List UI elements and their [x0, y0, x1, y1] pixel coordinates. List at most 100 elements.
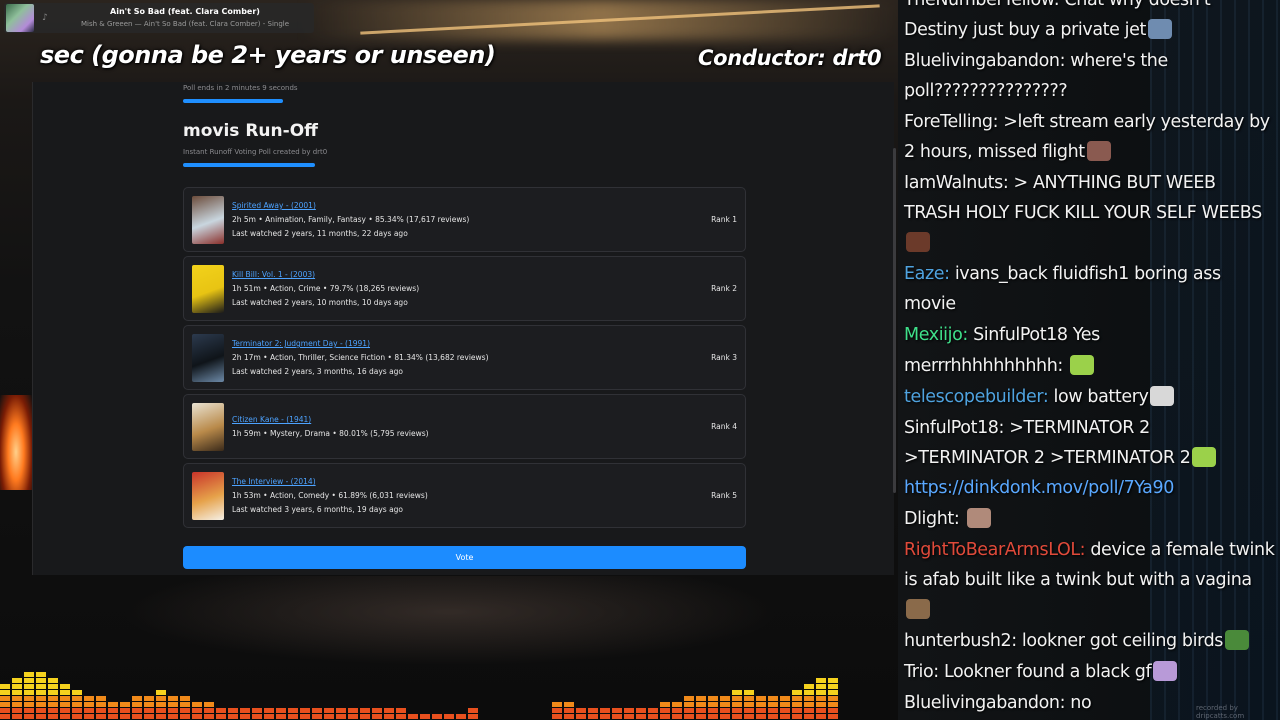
- chat-text: no: [1070, 693, 1092, 713]
- chat-username[interactable]: Trio:: [904, 662, 939, 682]
- equalizer-segment: [156, 714, 166, 719]
- equalizer-segment: [36, 702, 46, 707]
- equalizer-segment: [216, 708, 226, 713]
- movie-last-watched: Last watched 3 years, 6 months, 19 days …: [232, 505, 404, 514]
- equalizer-segment: [324, 714, 334, 719]
- equalizer-segment: [348, 714, 358, 719]
- equalizer-segment: [636, 714, 646, 719]
- equalizer-segment: [756, 714, 766, 719]
- equalizer-segment: [96, 714, 106, 719]
- equalizer-segment: [732, 702, 742, 707]
- equalizer-segment: [576, 708, 586, 713]
- equalizer-segment: [636, 708, 646, 713]
- movie-card[interactable]: Spirited Away - (2001) 2h 5m • Animation…: [183, 187, 746, 252]
- chat-message: SinfulPot18: >TERMINATOR 2 >TERMINATOR 2…: [904, 413, 1276, 473]
- equalizer-segment: [672, 708, 682, 713]
- equalizer-segment: [564, 708, 574, 713]
- movie-ranking-list: Spirited Away - (2001) 2h 5m • Animation…: [183, 187, 746, 532]
- equalizer-segment: [36, 708, 46, 713]
- chat-message: RightToBearArmsLOL: device a female twin…: [904, 535, 1276, 625]
- equalizer-segment: [0, 702, 10, 707]
- equalizer-segment: [696, 702, 706, 707]
- equalizer-segment: [108, 708, 118, 713]
- equalizer-segment: [708, 696, 718, 701]
- movie-title-link[interactable]: Citizen Kane - (1941): [232, 415, 311, 424]
- movie-last-watched: Last watched 2 years, 11 months, 22 days…: [232, 229, 408, 238]
- equalizer-segment: [384, 708, 394, 713]
- chat-username[interactable]: telescopebuilder:: [904, 387, 1049, 407]
- chat-message: https://dinkdonk.mov/poll/7Ya90: [904, 473, 1276, 503]
- movie-card[interactable]: The Interview - (2014) 1h 53m • Action, …: [183, 463, 746, 528]
- equalizer-segment: [72, 702, 82, 707]
- equalizer-segment: [816, 696, 826, 701]
- equalizer-segment: [0, 696, 10, 701]
- equalizer-segment: [672, 702, 682, 707]
- chat-link[interactable]: https://dinkdonk.mov/poll/7Ya90: [904, 478, 1174, 498]
- equalizer-segment: [732, 696, 742, 701]
- equalizer-segment: [816, 702, 826, 707]
- equalizer-segment: [36, 714, 46, 719]
- movie-title-link[interactable]: Terminator 2: Judgment Day - (1991): [232, 339, 370, 348]
- equalizer-segment: [36, 672, 46, 677]
- equalizer-segment: [648, 714, 658, 719]
- equalizer-segment: [720, 708, 730, 713]
- equalizer-segment: [792, 708, 802, 713]
- chat-username[interactable]: merrrhhhhhhhhhh:: [904, 356, 1063, 376]
- equalizer-segment: [792, 696, 802, 701]
- equalizer-segment: [72, 696, 82, 701]
- equalizer-segment: [252, 708, 262, 713]
- equalizer-segment: [48, 708, 58, 713]
- movie-card[interactable]: Kill Bill: Vol. 1 - (2003) 1h 51m • Acti…: [183, 256, 746, 321]
- equalizer-segment: [336, 708, 346, 713]
- movie-meta: 1h 53m • Action, Comedy • 61.89% (6,031 …: [232, 491, 428, 500]
- equalizer-segment: [744, 702, 754, 707]
- equalizer-segment: [168, 714, 178, 719]
- equalizer-segment: [744, 696, 754, 701]
- equalizer-segment: [696, 696, 706, 701]
- equalizer-segment: [0, 714, 10, 719]
- movie-title-link[interactable]: The Interview - (2014): [232, 477, 316, 486]
- chat-panel: TheNumberYellow: Chat why doesn't Destin…: [898, 0, 1280, 720]
- equalizer-segment: [660, 708, 670, 713]
- chat-username[interactable]: ForeTelling:: [904, 112, 998, 132]
- equalizer-segment: [756, 702, 766, 707]
- chat-username[interactable]: Bluelivingabandon:: [904, 51, 1066, 71]
- equalizer-segment: [768, 714, 778, 719]
- equalizer-segment: [324, 708, 334, 713]
- page-scrollbar[interactable]: [893, 148, 896, 493]
- equalizer-segment: [12, 708, 22, 713]
- subtitle-underline: [183, 163, 315, 167]
- caption-left: sec (gonna be 2+ years or unseen): [40, 41, 496, 69]
- equalizer-segment: [432, 714, 442, 719]
- equalizer-segment: [204, 702, 214, 707]
- equalizer-segment: [24, 702, 34, 707]
- chat-username[interactable]: TheNumberYellow:: [904, 0, 1060, 10]
- chat-username[interactable]: Mexiijo:: [904, 325, 968, 345]
- equalizer-segment: [828, 678, 838, 683]
- equalizer-segment: [228, 714, 238, 719]
- chat-username[interactable]: Bluelivingabandon:: [904, 693, 1066, 713]
- equalizer-segment: [108, 714, 118, 719]
- equalizer-segment: [708, 708, 718, 713]
- equalizer-segment: [84, 696, 94, 701]
- chat-username[interactable]: SinfulPot18:: [904, 418, 1004, 438]
- equalizer-segment: [828, 714, 838, 719]
- movie-poster: [192, 334, 224, 382]
- movie-rank: Rank 3: [711, 353, 737, 362]
- chat-username[interactable]: RightToBearArmsLOL:: [904, 540, 1086, 560]
- chat-username[interactable]: IamWalnuts:: [904, 173, 1009, 193]
- vote-button[interactable]: Vote: [183, 546, 746, 569]
- chat-username[interactable]: Eaze:: [904, 264, 950, 284]
- movie-title-link[interactable]: Spirited Away - (2001): [232, 201, 316, 210]
- equalizer-segment: [48, 678, 58, 683]
- equalizer-segment: [144, 702, 154, 707]
- movie-card[interactable]: Citizen Kane - (1941) 1h 59m • Mystery, …: [183, 394, 746, 459]
- equalizer-segment: [12, 684, 22, 689]
- chat-username[interactable]: Dlight:: [904, 509, 960, 529]
- chat-message: telescopebuilder: low battery: [904, 382, 1276, 412]
- fireplace-glow: [0, 395, 32, 490]
- movie-card[interactable]: Terminator 2: Judgment Day - (1991) 2h 1…: [183, 325, 746, 390]
- chat-username[interactable]: hunterbush2:: [904, 631, 1017, 651]
- movie-title-link[interactable]: Kill Bill: Vol. 1 - (2003): [232, 270, 315, 279]
- equalizer-segment: [780, 714, 790, 719]
